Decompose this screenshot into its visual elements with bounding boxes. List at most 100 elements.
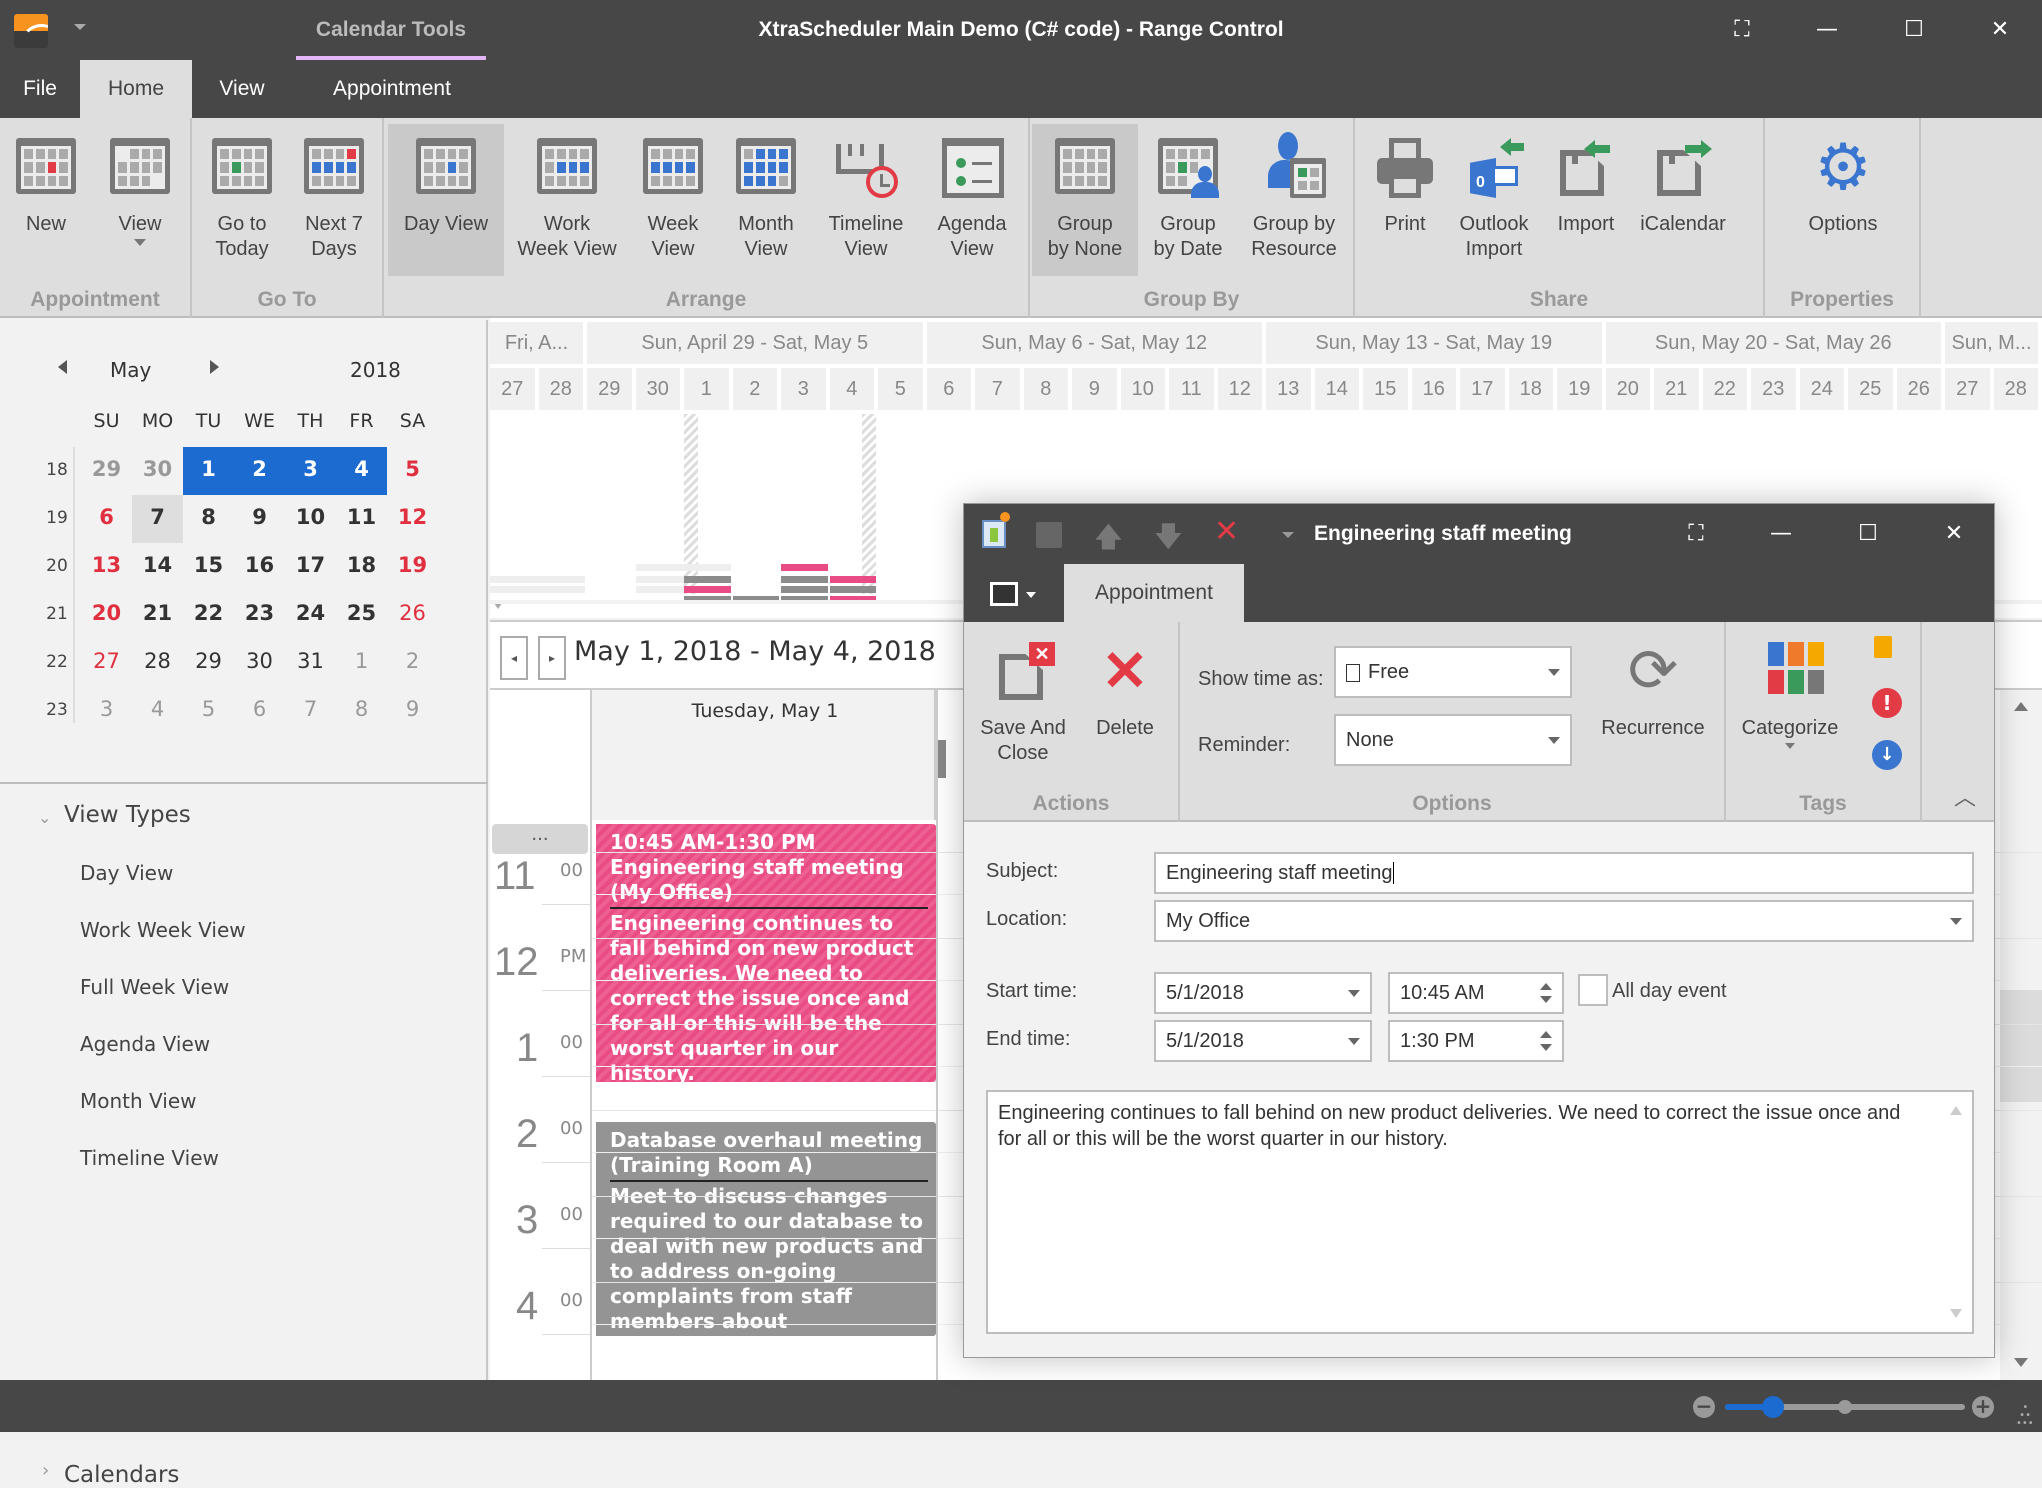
next-arrow-down-icon[interactable]: 🡇 bbox=[1154, 516, 1183, 564]
group-by-resource-button[interactable]: Group by Resource bbox=[1240, 124, 1348, 276]
tab-file[interactable]: File bbox=[0, 60, 80, 118]
next-period-button[interactable]: ▸ bbox=[538, 636, 566, 680]
scroll-up-icon[interactable] bbox=[1950, 1106, 1962, 1115]
previous-arrow-up-icon[interactable]: 🡅 bbox=[1094, 516, 1123, 564]
view-type-item[interactable]: Day View bbox=[80, 861, 173, 885]
range-day-header[interactable]: 17 bbox=[1460, 368, 1505, 410]
resize-grip-icon[interactable]: • •• ••• bbox=[2016, 1403, 2034, 1429]
import-button[interactable]: Import bbox=[1545, 124, 1627, 276]
appointment-engineering-meeting[interactable]: 10:45 AM-1:30 PM Engineering staff meeti… bbox=[590, 824, 936, 1082]
day-header[interactable]: Tuesday, May 1 bbox=[590, 690, 936, 820]
spin-down-icon[interactable] bbox=[1540, 1044, 1552, 1051]
range-day-header[interactable]: 4 bbox=[829, 368, 874, 410]
all-day-event-checkbox[interactable] bbox=[1578, 974, 1608, 1006]
close-button[interactable]: ✕ bbox=[1978, 10, 2022, 50]
layout-menu-icon[interactable] bbox=[990, 582, 1018, 606]
timeline-view-button[interactable]: Timeline View bbox=[816, 124, 916, 276]
save-and-close-button[interactable]: ✕ Save And Close bbox=[970, 628, 1076, 780]
low-importance-icon[interactable]: ↓ bbox=[1872, 740, 1902, 770]
calendar-day[interactable]: 8 bbox=[183, 505, 234, 529]
scroll-down-icon[interactable] bbox=[1950, 1309, 1962, 1318]
view-dropdown-button[interactable]: View bbox=[100, 124, 180, 276]
range-day-header[interactable]: 8 bbox=[1023, 368, 1068, 410]
next-month-icon[interactable] bbox=[210, 360, 219, 374]
range-day-header[interactable]: 30 bbox=[635, 368, 680, 410]
print-button[interactable]: Print bbox=[1367, 124, 1443, 276]
calendar-day[interactable]: 11 bbox=[336, 505, 387, 529]
outlook-import-button[interactable]: 0 Outlook Import bbox=[1449, 124, 1539, 276]
collapse-ribbon-icon[interactable]: ︿ bbox=[1954, 780, 1976, 812]
range-day-header[interactable]: 14 bbox=[1314, 368, 1359, 410]
spin-up-icon[interactable] bbox=[1540, 1031, 1552, 1038]
range-day-header[interactable]: 26 bbox=[1896, 368, 1941, 410]
calendar-day[interactable]: 19 bbox=[387, 553, 438, 577]
range-day-header[interactable]: 6 bbox=[926, 368, 971, 410]
calendar-day[interactable]: 8 bbox=[336, 697, 387, 721]
calendar-day[interactable]: 9 bbox=[234, 505, 285, 529]
view-type-item[interactable]: Timeline View bbox=[80, 1146, 219, 1170]
calendar-day[interactable]: 5 bbox=[387, 457, 438, 481]
calendar-day[interactable]: 5 bbox=[183, 697, 234, 721]
categorize-button[interactable]: Categorize bbox=[1734, 628, 1846, 780]
maximize-button[interactable]: ☐ bbox=[1892, 10, 1936, 50]
range-day-header[interactable]: 13 bbox=[1266, 368, 1311, 410]
calendars-header[interactable]: Calendars bbox=[64, 1462, 179, 1488]
end-time-spinner[interactable]: 1:30 PM bbox=[1388, 1020, 1564, 1062]
calendar-day[interactable]: 3 bbox=[285, 457, 336, 481]
start-time-spinner[interactable]: 10:45 AM bbox=[1388, 972, 1564, 1014]
icalendar-export-button[interactable]: iCalendar bbox=[1633, 124, 1733, 276]
tab-appointment[interactable]: Appointment bbox=[292, 60, 492, 118]
calendar-day[interactable]: 28 bbox=[132, 649, 183, 673]
calendar-day[interactable]: 1 bbox=[183, 457, 234, 481]
year-label[interactable]: 2018 bbox=[350, 358, 401, 382]
month-label[interactable]: May bbox=[110, 358, 151, 382]
scroll-up-icon[interactable] bbox=[2014, 702, 2028, 711]
dialog-minimize-button[interactable]: — bbox=[1759, 514, 1803, 554]
dialog-focus-button[interactable]: ⛶ bbox=[1674, 514, 1718, 554]
range-day-header[interactable]: 5 bbox=[878, 368, 923, 410]
calendar-day[interactable]: 17 bbox=[285, 553, 336, 577]
calendar-day[interactable]: 24 bbox=[285, 601, 336, 625]
calendar-day[interactable]: 29 bbox=[81, 457, 132, 481]
vertical-scrollbar[interactable] bbox=[2000, 690, 2042, 1382]
quick-access-dropdown-icon[interactable] bbox=[74, 24, 86, 30]
calendar-day[interactable]: 6 bbox=[81, 505, 132, 529]
calendar-day[interactable]: 2 bbox=[234, 457, 285, 481]
range-day-header[interactable]: 2 bbox=[732, 368, 777, 410]
show-time-as-select[interactable]: Free bbox=[1334, 646, 1572, 698]
chevron-right-icon[interactable]: › bbox=[42, 1460, 49, 1481]
range-day-header[interactable]: 22 bbox=[1702, 368, 1747, 410]
month-view-button[interactable]: Month View bbox=[720, 124, 812, 276]
range-day-header[interactable]: 16 bbox=[1411, 368, 1456, 410]
delete-button[interactable]: ✕ Delete bbox=[1080, 628, 1170, 780]
location-combobox[interactable]: My Office bbox=[1154, 900, 1974, 942]
range-day-header[interactable]: 1 bbox=[684, 368, 729, 410]
save-icon[interactable] bbox=[1036, 522, 1062, 548]
range-day-header[interactable]: 12 bbox=[1217, 368, 1262, 410]
view-type-item[interactable]: Work Week View bbox=[80, 918, 246, 942]
dialog-close-button[interactable]: ✕ bbox=[1932, 514, 1976, 554]
calendar-day[interactable]: 20 bbox=[81, 601, 132, 625]
range-selection-right-handle[interactable] bbox=[862, 414, 876, 594]
range-day-header[interactable]: 11 bbox=[1169, 368, 1214, 410]
calendar-day[interactable]: 6 bbox=[234, 697, 285, 721]
calendar-day[interactable]: 30 bbox=[132, 457, 183, 481]
subject-input[interactable]: Engineering staff meeting bbox=[1154, 852, 1974, 894]
calendar-day[interactable]: 13 bbox=[81, 553, 132, 577]
week-view-button[interactable]: Week View bbox=[630, 124, 716, 276]
zoom-in-icon[interactable]: + bbox=[1972, 1396, 1994, 1418]
calendar-day[interactable]: 27 bbox=[81, 649, 132, 673]
range-day-header[interactable]: 15 bbox=[1363, 368, 1408, 410]
range-day-header[interactable]: 25 bbox=[1848, 368, 1893, 410]
tab-view[interactable]: View bbox=[192, 60, 292, 118]
end-date-picker[interactable]: 5/1/2018 bbox=[1154, 1020, 1372, 1062]
delete-x-icon[interactable]: ✕ bbox=[1214, 514, 1239, 549]
range-day-header[interactable]: 28 bbox=[1993, 368, 2038, 410]
range-day-header[interactable]: 23 bbox=[1751, 368, 1796, 410]
start-date-picker[interactable]: 5/1/2018 bbox=[1154, 972, 1372, 1014]
notes-textarea[interactable]: Engineering continues to fall behind on … bbox=[986, 1090, 1974, 1334]
chevron-down-icon[interactable]: ⌄ bbox=[38, 808, 51, 827]
calendar-day[interactable]: 12 bbox=[387, 505, 438, 529]
calendar-day[interactable]: 31 bbox=[285, 649, 336, 673]
reminder-select[interactable]: None bbox=[1334, 714, 1572, 766]
